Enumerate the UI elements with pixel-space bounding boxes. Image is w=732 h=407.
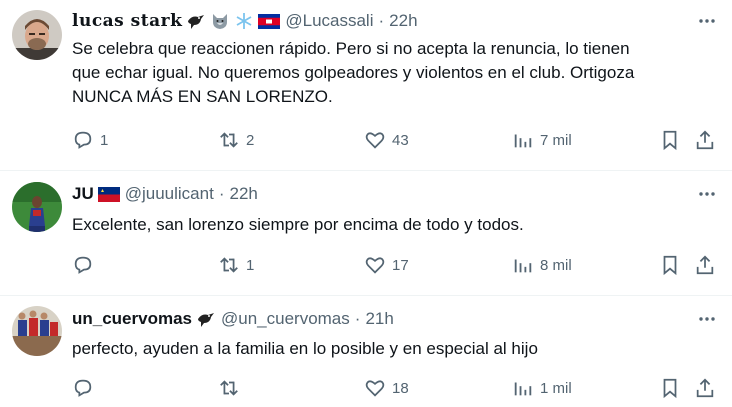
heart-icon (365, 257, 385, 274)
repost-icon (220, 257, 238, 273)
like-button[interactable]: 43 (364, 128, 409, 152)
share-button[interactable] (694, 376, 716, 400)
timestamp[interactable]: 22h (389, 11, 417, 31)
tweet-text: perfecto, ayuden a la familia en lo posi… (72, 339, 538, 358)
reply-button[interactable] (72, 376, 100, 400)
more-options-icon[interactable] (696, 308, 718, 330)
heart-icon (365, 132, 385, 149)
repost-button[interactable] (218, 376, 246, 400)
user-handle[interactable]: @juuulicant (125, 184, 214, 204)
separator-dot: · (218, 184, 225, 203)
views-button[interactable]: 7 mil (512, 128, 572, 152)
bookmark-button[interactable] (659, 128, 681, 152)
share-button[interactable] (694, 253, 716, 277)
repost-icon (220, 132, 238, 148)
action-bar: 1 2 43 7 mil (72, 128, 722, 152)
timestamp[interactable]: 22h (230, 184, 258, 204)
views-count: 8 mil (540, 256, 572, 274)
share-icon (696, 130, 714, 150)
repost-icon (220, 380, 238, 396)
reply-icon (74, 379, 92, 397)
like-count: 43 (392, 131, 409, 149)
like-count: 17 (392, 256, 409, 274)
views-icon (514, 259, 532, 273)
share-button[interactable] (694, 128, 716, 152)
tweet-text: Excelente, san lorenzo siempre por encim… (72, 215, 524, 234)
views-button[interactable]: 1 mil (512, 376, 572, 400)
avatar[interactable] (12, 10, 62, 60)
repost-count: 2 (246, 131, 255, 149)
reply-button[interactable] (72, 253, 100, 277)
separator-dot: · (378, 11, 385, 30)
bookmark-button[interactable] (659, 376, 681, 400)
user-handle[interactable]: @un_cuervomas (221, 309, 350, 329)
tweet-header: un_cuervomas @un_cuervomas · 21h (72, 308, 394, 330)
repost-button[interactable]: 1 (218, 253, 254, 277)
timestamp[interactable]: 21h (365, 309, 393, 329)
action-bar: 1 17 8 mil (72, 253, 722, 277)
heart-icon (365, 380, 385, 397)
snowflake-icon (234, 12, 254, 30)
like-button[interactable]: 18 (364, 376, 409, 400)
bookmark-button[interactable] (659, 253, 681, 277)
tweet-header: JU @juuulicant · 22h (72, 183, 258, 205)
crow-icon (186, 12, 206, 30)
avatar[interactable] (12, 182, 62, 232)
reply-button[interactable]: 1 (72, 128, 108, 152)
separator-dot: · (354, 309, 361, 328)
more-options-icon[interactable] (696, 183, 718, 205)
repost-button[interactable]: 2 (218, 128, 254, 152)
action-bar: 18 1 mil (72, 376, 722, 400)
cambodia-flag-icon (258, 13, 281, 29)
tweet[interactable]: lucas stark @Lucassali · 22h Se celebra … (0, 0, 732, 170)
display-name[interactable]: lucas stark (72, 11, 182, 31)
tweet[interactable]: un_cuervomas @un_cuervomas · 21h perfect… (0, 295, 732, 407)
display-name[interactable]: JU (72, 184, 94, 204)
share-icon (696, 255, 714, 275)
reply-icon (74, 256, 92, 274)
tweet-header: lucas stark @Lucassali · 22h (72, 10, 418, 32)
views-count: 7 mil (540, 131, 572, 149)
liechtenstein-flag-icon (97, 186, 120, 202)
reply-count: 1 (100, 131, 109, 149)
views-icon (514, 382, 532, 396)
repost-count: 1 (246, 256, 255, 274)
bookmark-icon (663, 130, 677, 151)
avatar[interactable] (12, 306, 62, 356)
crow-icon (196, 310, 216, 328)
bookmark-icon (663, 255, 677, 276)
tweet[interactable]: JU @juuulicant · 22h Excelente, san lore… (0, 170, 732, 295)
tweet-text: Se celebra que reaccionen rápido. Pero s… (72, 39, 635, 106)
reply-icon (74, 131, 92, 149)
share-icon (696, 378, 714, 398)
views-icon (514, 134, 532, 148)
user-handle[interactable]: @Lucassali (285, 11, 373, 31)
like-button[interactable]: 17 (364, 253, 409, 277)
bookmark-icon (663, 378, 677, 399)
views-button[interactable]: 8 mil (512, 253, 572, 277)
wolf-icon (210, 12, 230, 30)
display-name[interactable]: un_cuervomas (72, 309, 192, 329)
views-count: 1 mil (540, 379, 572, 397)
more-options-icon[interactable] (696, 10, 718, 32)
like-count: 18 (392, 379, 409, 397)
